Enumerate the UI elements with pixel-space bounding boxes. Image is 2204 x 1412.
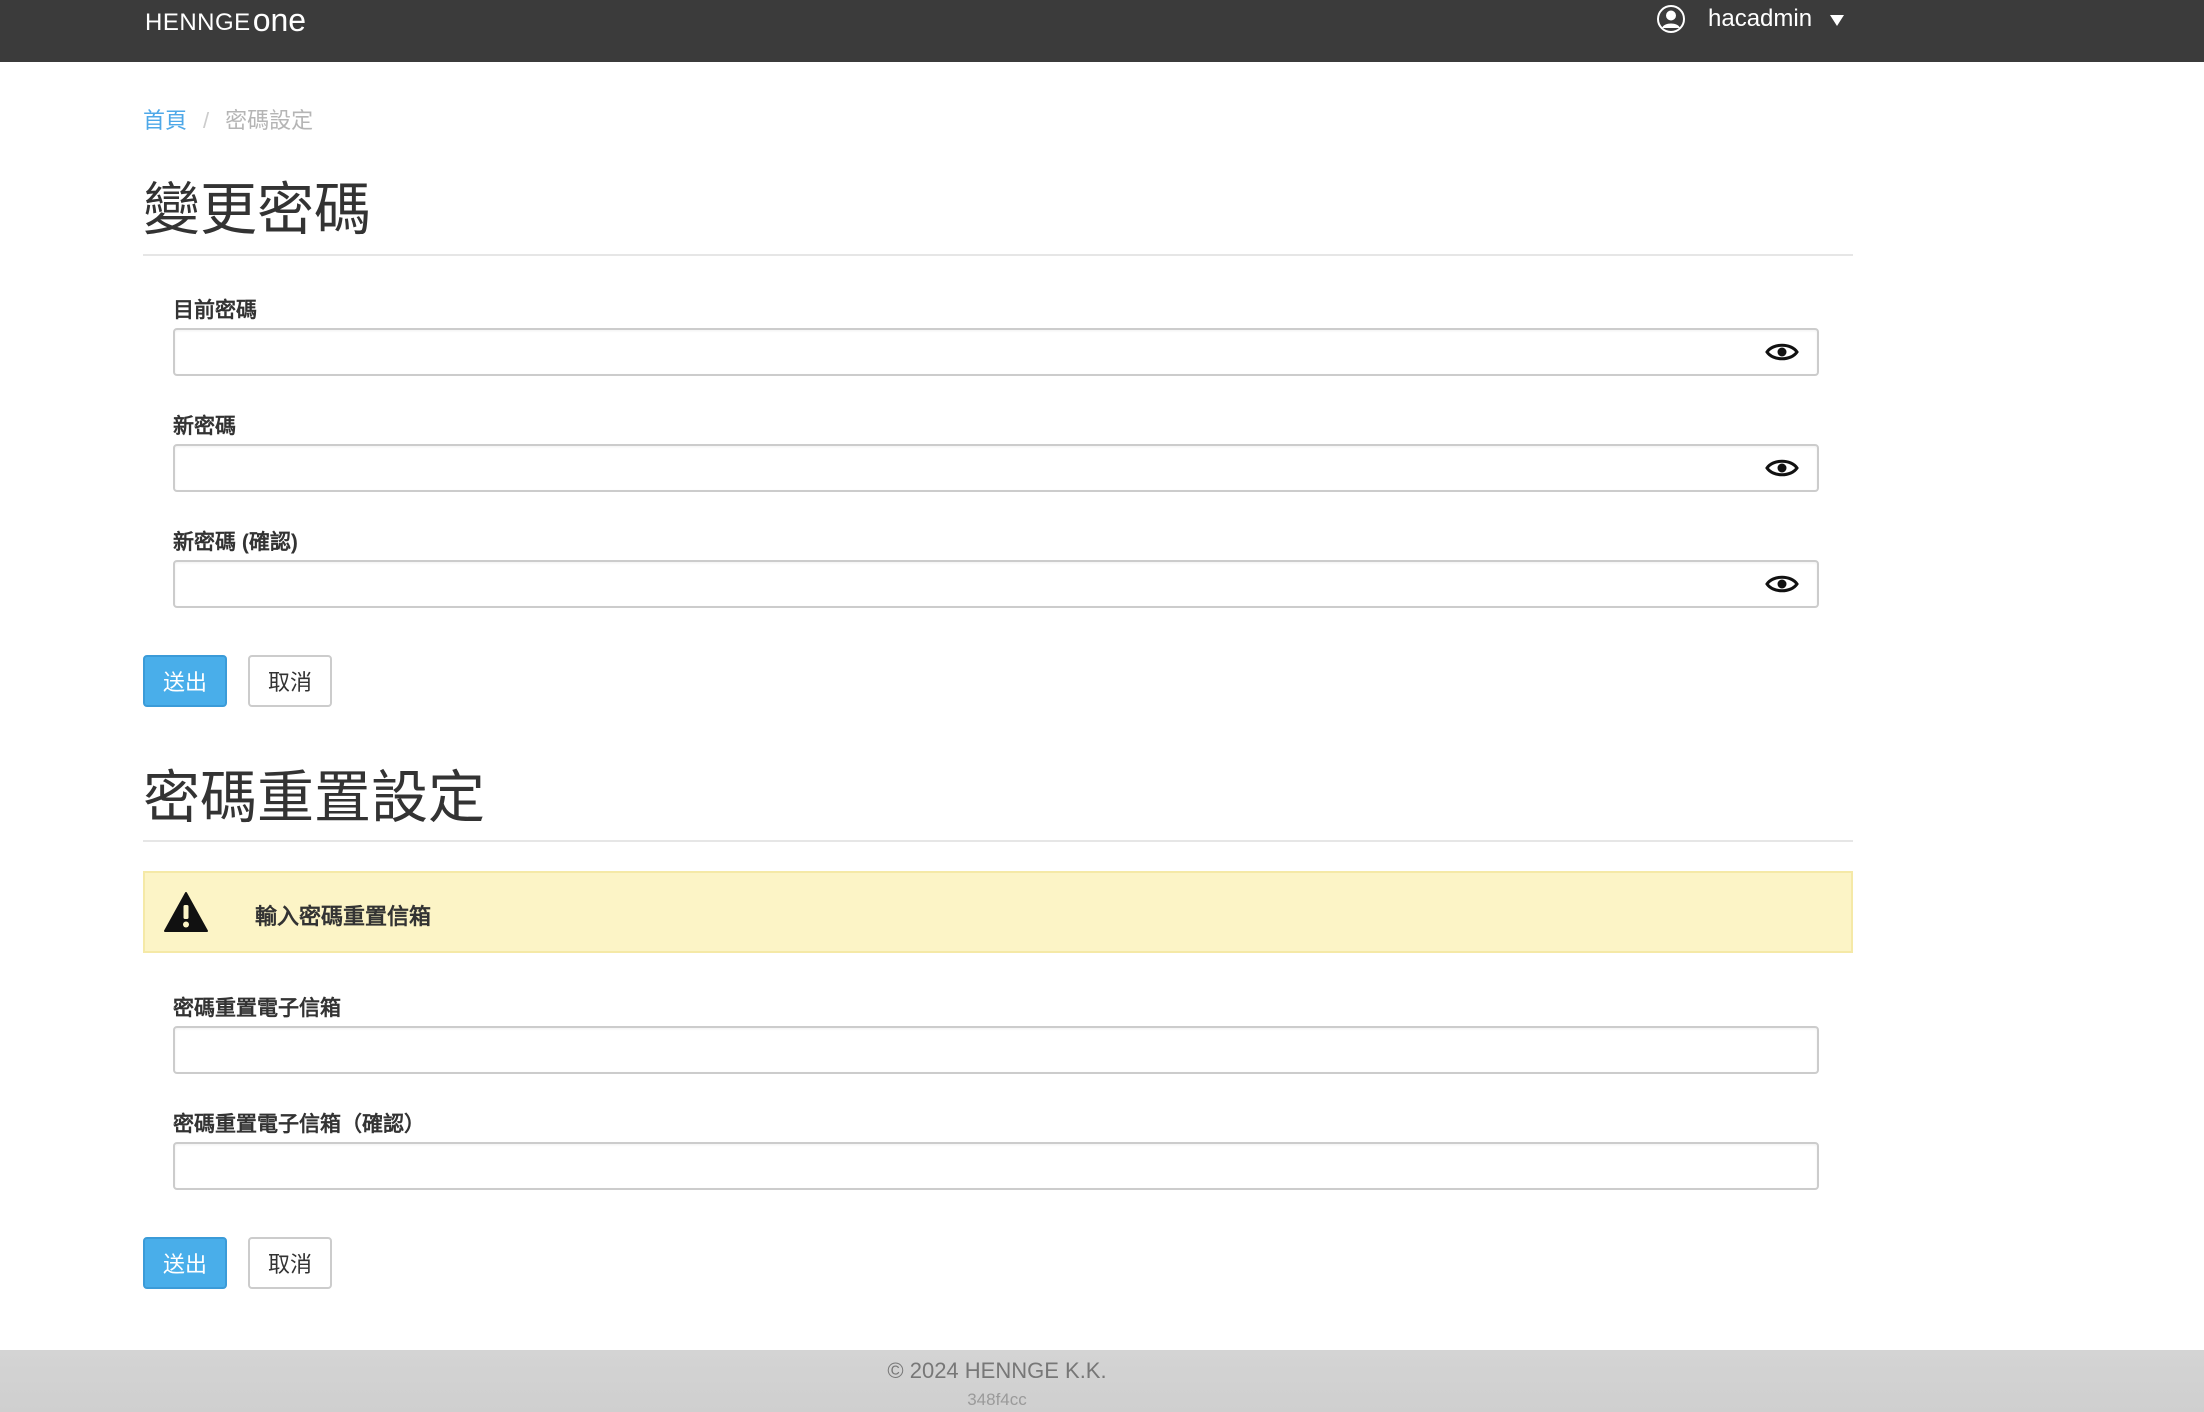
current-password-label: 目前密碼	[173, 299, 257, 322]
reset-email-submit-button[interactable]: 送出	[143, 1237, 227, 1289]
username: hacadmin	[1708, 5, 1813, 32]
change-password-cancel-button[interactable]: 取消	[248, 655, 332, 707]
confirm-password-field[interactable]	[173, 560, 1819, 608]
footer-build-hash: 348f4cc	[967, 1390, 1027, 1409]
confirm-password-label: 新密碼 (確認)	[173, 531, 298, 554]
reset-email-cancel-button[interactable]: 取消	[248, 1237, 332, 1289]
reset-email-label: 密碼重置電子信箱	[173, 997, 341, 1020]
reset-email-confirm-field[interactable]	[173, 1142, 1819, 1190]
breadcrumb-current: 密碼設定	[225, 108, 314, 133]
breadcrumb-home-link[interactable]: 首頁	[143, 106, 187, 136]
breadcrumb: 首頁 / 密碼設定	[143, 106, 313, 136]
change-password-title: 變更密碼	[143, 178, 371, 242]
footer-copyright: © 2024 HENNGE K.K.	[887, 1358, 1107, 1383]
alert-message: 輸入密碼重置信箱	[255, 904, 432, 929]
user-circle-icon	[1657, 5, 1685, 33]
reset-email-field[interactable]	[173, 1026, 1819, 1074]
brand-logo[interactable]: HENNGEone	[145, 4, 306, 36]
show-confirm-password-eye-icon[interactable]	[1765, 572, 1799, 596]
user-menu-toggle[interactable]: hacadmin	[1656, 2, 1845, 36]
top-navbar: HENNGEone hacadmin	[0, 0, 2204, 62]
reset-email-confirm-label: 密碼重置電子信箱（確認）	[173, 1113, 425, 1136]
brand-suffix: one	[252, 2, 307, 38]
new-password-label: 新密碼	[173, 415, 236, 438]
change-password-submit-button[interactable]: 送出	[143, 655, 227, 707]
page-footer: © 2024 HENNGE K.K. 348f4cc	[0, 1350, 2204, 1412]
brand-name: HENNGE	[145, 9, 251, 36]
section-divider	[143, 840, 1853, 842]
warning-triangle-icon	[164, 892, 208, 932]
section-divider	[143, 254, 1853, 256]
new-password-field[interactable]	[173, 444, 1819, 492]
reset-settings-title: 密碼重置設定	[143, 766, 485, 830]
breadcrumb-separator: /	[203, 108, 210, 133]
current-password-field[interactable]	[173, 328, 1819, 376]
show-current-password-eye-icon[interactable]	[1765, 340, 1799, 364]
caret-down-icon	[1830, 14, 1845, 26]
warning-alert: 輸入密碼重置信箱	[143, 871, 1853, 953]
show-new-password-eye-icon[interactable]	[1765, 456, 1799, 480]
